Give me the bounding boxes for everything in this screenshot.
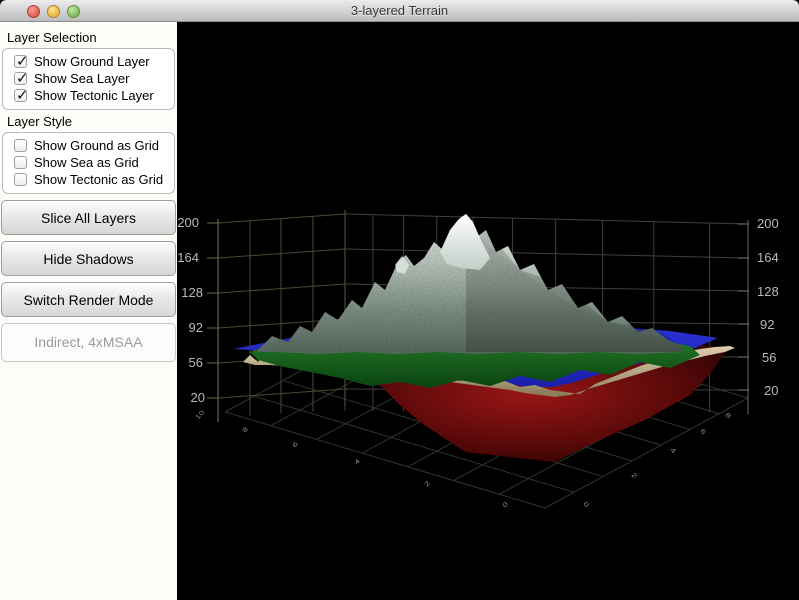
- layer-style-heading: Layer Style: [7, 114, 73, 129]
- axis-tick-label: 128: [181, 285, 203, 300]
- axis-tick-label: 200: [177, 215, 199, 230]
- control-sidebar: Layer Selection ✓ Show Ground Layer ✓ Sh…: [0, 22, 177, 600]
- checkbox-show-ground-layer[interactable]: ✓ Show Ground Layer: [5, 53, 172, 70]
- checkbox-label: Show Ground as Grid: [34, 138, 160, 153]
- checkbox-box[interactable]: ✓: [14, 54, 29, 69]
- floor-tick-label: 8: [724, 411, 733, 420]
- floor-tick-label: 2: [630, 471, 639, 480]
- render-mode-status: Indirect, 4xMSAA: [1, 323, 176, 362]
- floor-tick-label: 2: [423, 479, 432, 488]
- titlebar[interactable]: 3-layered Terrain: [0, 0, 799, 22]
- checkbox-label: Show Sea as Grid: [34, 155, 139, 170]
- floor-tick-label: 8: [241, 425, 250, 434]
- checkbox-label: Show Tectonic as Grid: [34, 172, 164, 187]
- elevation-axis-right: 200 164 128 92 56 20: [757, 216, 779, 398]
- layer-selection-group: ✓ Show Ground Layer ✓ Show Sea Layer ✓ S…: [2, 48, 175, 110]
- axis-tick-label: 20: [191, 390, 205, 405]
- checkbox-label: Show Sea Layer: [34, 71, 130, 86]
- layer-selection-heading: Layer Selection: [7, 30, 97, 45]
- checkbox-show-ground-as-grid[interactable]: Show Ground as Grid: [5, 137, 172, 154]
- axis-tick-label: 56: [762, 350, 776, 365]
- mountain: [258, 214, 682, 354]
- floor-tick-label: 0: [582, 500, 591, 509]
- floor-tick-label: 6: [291, 440, 300, 449]
- checkbox-box[interactable]: [14, 173, 27, 186]
- checkbox-box[interactable]: ✓: [14, 71, 29, 86]
- switch-render-mode-button[interactable]: Switch Render Mode: [1, 282, 176, 317]
- app-window: 3-layered Terrain Layer Selection ✓ Show…: [0, 0, 799, 600]
- elevation-axis-left: 200 164 128 92 56 20: [177, 215, 205, 405]
- checkbox-show-tectonic-as-grid[interactable]: Show Tectonic as Grid: [5, 171, 172, 188]
- window-title: 3-layered Terrain: [350, 3, 449, 18]
- slice-all-layers-button[interactable]: Slice All Layers: [1, 200, 176, 235]
- axis-tick-label: 164: [757, 250, 779, 265]
- terrain-3d-viewport[interactable]: 200 164 128 92 56 20 200 164 128 92 56 2…: [177, 22, 799, 600]
- checkbox-show-sea-as-grid[interactable]: Show Sea as Grid: [5, 154, 172, 171]
- axis-tick-label: 20: [764, 383, 778, 398]
- floor-tick-label: 10: [194, 409, 206, 421]
- floor-tick-label: 6: [699, 427, 708, 436]
- checkbox-box[interactable]: [14, 139, 27, 152]
- checkbox-label: Show Ground Layer: [34, 54, 150, 69]
- axis-tick-label: 92: [760, 317, 774, 332]
- terrain-3d-scene[interactable]: 200 164 128 92 56 20 200 164 128 92 56 2…: [177, 22, 799, 600]
- floor-tick-label: 0: [501, 500, 510, 509]
- axis-tick-label: 164: [177, 250, 199, 265]
- checkbox-box[interactable]: [14, 156, 27, 169]
- checkbox-box[interactable]: ✓: [14, 88, 29, 103]
- hide-shadows-button[interactable]: Hide Shadows: [1, 241, 176, 276]
- axis-tick-label: 56: [189, 355, 203, 370]
- checkbox-show-tectonic-layer[interactable]: ✓ Show Tectonic Layer: [5, 87, 172, 104]
- axis-tick-label: 92: [189, 320, 203, 335]
- floor-tick-label: 4: [353, 457, 362, 466]
- axis-tick-label: 200: [757, 216, 779, 231]
- checkbox-label: Show Tectonic Layer: [34, 88, 154, 103]
- layer-style-group: Show Ground as Grid Show Sea as Grid Sho…: [2, 132, 175, 194]
- axis-tick-label: 128: [757, 284, 779, 299]
- floor-tick-label: 4: [669, 446, 678, 455]
- checkbox-show-sea-layer[interactable]: ✓ Show Sea Layer: [5, 70, 172, 87]
